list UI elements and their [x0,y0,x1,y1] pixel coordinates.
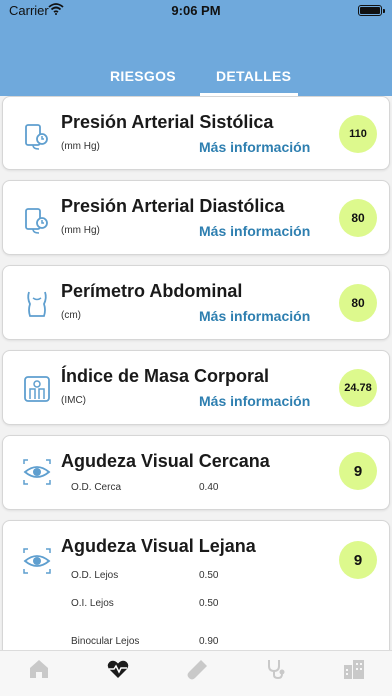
bottom-tab-bar [0,650,392,696]
card-unit: (mm Hg) [61,225,100,236]
eye-icon [23,459,51,485]
scale-icon [24,376,50,402]
value-badge: 9 [339,452,377,490]
card-unit: (IMC) [61,395,86,406]
blood-pressure-monitor-icon [25,208,48,234]
eye-icon [23,548,51,574]
battery-icon [358,5,385,16]
card-title: Perímetro Abdominal [61,281,243,301]
clock: 9:06 PM [171,3,221,18]
value-badge: 80 [339,199,377,237]
card-title: Presión Arterial Sistólica [61,112,274,132]
measure-label: O.D. Cerca [71,482,122,493]
details-list[interactable]: Presión Arterial Sistólica (mm Hg) Más i… [0,96,392,650]
value-badge: 80 [339,284,377,322]
torso-icon [27,291,47,317]
tab-riesgos[interactable]: RIESGOS [110,68,176,84]
card-unit: (cm) [61,310,81,321]
card-title: Agudeza Visual Lejana [61,536,256,556]
value-badge: 110 [339,115,377,153]
measure-label: Binocular Lejos [71,636,140,647]
measure-value: 0.50 [199,598,219,609]
measure-label: O.D. Lejos [71,570,119,581]
segment-tabs: RIESGOS DETALLES [0,62,392,96]
measure-value: 0.50 [199,570,219,581]
more-info-link[interactable]: Más información [199,393,310,409]
measure-value: 0.90 [199,636,219,647]
card-agudeza-lejana: Agudeza Visual Lejana O.D. Lejos 0.50 O.… [2,520,390,650]
more-info-link[interactable]: Más información [199,308,310,324]
home-icon[interactable] [27,657,51,681]
tab-detalles[interactable]: DETALLES [216,68,291,84]
more-info-link[interactable]: Más información [199,139,310,155]
card-imc: Índice de Masa Corporal (IMC) Más inform… [2,350,390,425]
card-presion-diastolica: Presión Arterial Diastólica (mm Hg) Más … [2,180,390,255]
measure-value: 0.40 [199,482,219,493]
card-presion-sistolica: Presión Arterial Sistólica (mm Hg) Más i… [2,96,390,170]
stethoscope-icon[interactable] [264,657,288,681]
app-header: Carrier 9:06 PM RIESGOS DETALLES [0,0,392,96]
heart-pulse-icon[interactable] [106,657,130,681]
card-title: Presión Arterial Diastólica [61,196,285,216]
more-info-link[interactable]: Más información [199,223,310,239]
card-perimetro-abdominal: Perímetro Abdominal (cm) Más información… [2,265,390,340]
card-title: Índice de Masa Corporal [61,366,270,386]
card-agudeza-cercana: Agudeza Visual Cercana O.D. Cerca 0.40 9 [2,435,390,510]
value-badge: 9 [339,541,377,579]
measure-label: O.I. Lejos [71,598,114,609]
city-icon[interactable] [342,657,366,681]
status-bar: Carrier 9:06 PM [0,0,392,22]
card-unit: (mm Hg) [61,141,100,152]
card-title: Agudeza Visual Cercana [61,451,270,471]
test-tube-icon[interactable] [186,657,210,681]
value-badge: 24.78 [339,369,377,407]
blood-pressure-monitor-icon [25,124,48,150]
